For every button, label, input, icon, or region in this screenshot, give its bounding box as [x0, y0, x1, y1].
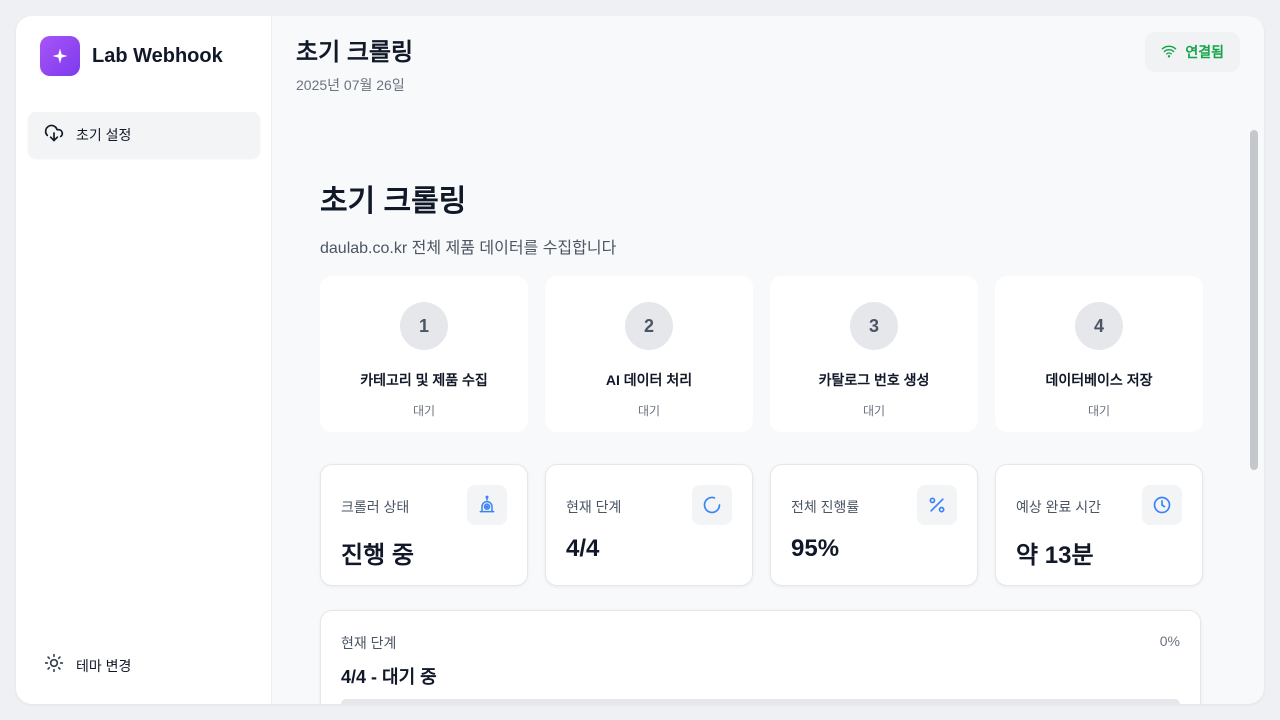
sidebar: Lab Webhook 초기 설정 테마 변경	[16, 16, 272, 704]
stat-list: 크롤러 상태 진행 중 현재 단계 4/4 전체 진행률 95% 예상 완료 시…	[320, 464, 1203, 586]
step-status: 대기	[637, 404, 661, 418]
sun-icon	[44, 653, 64, 678]
step-name: 카탈로그 번호 생성	[818, 372, 930, 388]
page-date: 2025년 07월 26일	[296, 77, 405, 93]
stat-label: 현재 단계	[566, 499, 622, 515]
current-step-progress-card: 현재 단계 0% 4/4 - 대기 중	[320, 610, 1201, 704]
step-status: 대기	[1087, 404, 1111, 418]
stat-card-current-step: 현재 단계 4/4	[545, 464, 753, 586]
stat-value: 약 13분	[1016, 542, 1094, 569]
clock-icon	[1142, 485, 1182, 525]
step-card: 4 데이터베이스 저장 대기	[995, 276, 1203, 432]
step-card: 1 카테고리 및 제품 수집 대기	[320, 276, 528, 432]
progress-label: 현재 단계	[341, 635, 397, 651]
section-subtitle: daulab.co.kr 전체 제품 데이터를 수집합니다	[320, 240, 617, 257]
stat-card-crawler-status: 크롤러 상태 진행 중	[320, 464, 528, 586]
connection-status-badge: 연결됨	[1145, 32, 1240, 72]
scrollbar-thumb[interactable]	[1250, 130, 1258, 470]
wifi-icon	[1161, 43, 1177, 62]
stat-value: 4/4	[566, 535, 600, 562]
progress-stage: 4/4 - 대기 중	[341, 667, 437, 687]
sparkle-logo-icon	[40, 36, 80, 76]
page-title: 초기 크롤링	[296, 39, 414, 66]
step-number: 1	[400, 302, 448, 350]
app-name: Lab Webhook	[92, 44, 223, 67]
cloud-download-icon	[44, 123, 64, 148]
step-card: 3 카탈로그 번호 생성 대기	[770, 276, 978, 432]
step-status: 대기	[412, 404, 436, 418]
stat-card-eta: 예상 완료 시간 약 13분	[995, 464, 1203, 586]
step-name: 카테고리 및 제품 수집	[360, 372, 488, 388]
sidebar-item-label: 초기 설정	[76, 127, 132, 143]
theme-toggle-label: 테마 변경	[76, 657, 132, 674]
theme-toggle-button[interactable]: 테마 변경	[44, 653, 131, 678]
step-name: 데이터베이스 저장	[1045, 372, 1153, 388]
connection-status-label: 연결됨	[1185, 44, 1224, 60]
step-card: 2 AI 데이터 처리 대기	[545, 276, 753, 432]
stat-card-overall-progress: 전체 진행률 95%	[770, 464, 978, 586]
step-name: AI 데이터 처리	[605, 372, 693, 388]
step-number: 4	[1075, 302, 1123, 350]
main-area: 초기 크롤링 2025년 07월 26일 연결됨 초기 크롤링 daulab.c…	[272, 16, 1264, 704]
scrollbar[interactable]	[1250, 130, 1258, 704]
step-number: 2	[625, 302, 673, 350]
percent-icon	[917, 485, 957, 525]
stat-value: 진행 중	[341, 542, 414, 569]
app-window: Lab Webhook 초기 설정 테마 변경 초기 크롤링 2025년 07월…	[16, 16, 1264, 704]
page-header: 초기 크롤링 2025년 07월 26일	[296, 32, 413, 95]
step-list: 1 카테고리 및 제품 수집 대기 2 AI 데이터 처리 대기 3 카탈로그 …	[320, 276, 1203, 432]
step-status: 대기	[862, 404, 886, 418]
sidebar-item-initial-setup[interactable]: 초기 설정	[28, 112, 260, 158]
section-title: 초기 크롤링	[320, 185, 467, 218]
stat-label: 전체 진행률	[791, 499, 860, 515]
spinner-icon	[692, 485, 732, 525]
step-number: 3	[850, 302, 898, 350]
progress-bar	[341, 699, 1180, 704]
crawl-content: 초기 크롤링 daulab.co.kr 전체 제품 데이터를 수집합니다 1 카…	[320, 176, 1203, 704]
robot-icon	[467, 485, 507, 525]
progress-percent: 0%	[1159, 633, 1180, 649]
stat-label: 크롤러 상태	[341, 499, 410, 515]
brand: Lab Webhook	[40, 36, 223, 76]
stat-label: 예상 완료 시간	[1016, 499, 1102, 515]
stat-value: 95%	[791, 535, 840, 562]
